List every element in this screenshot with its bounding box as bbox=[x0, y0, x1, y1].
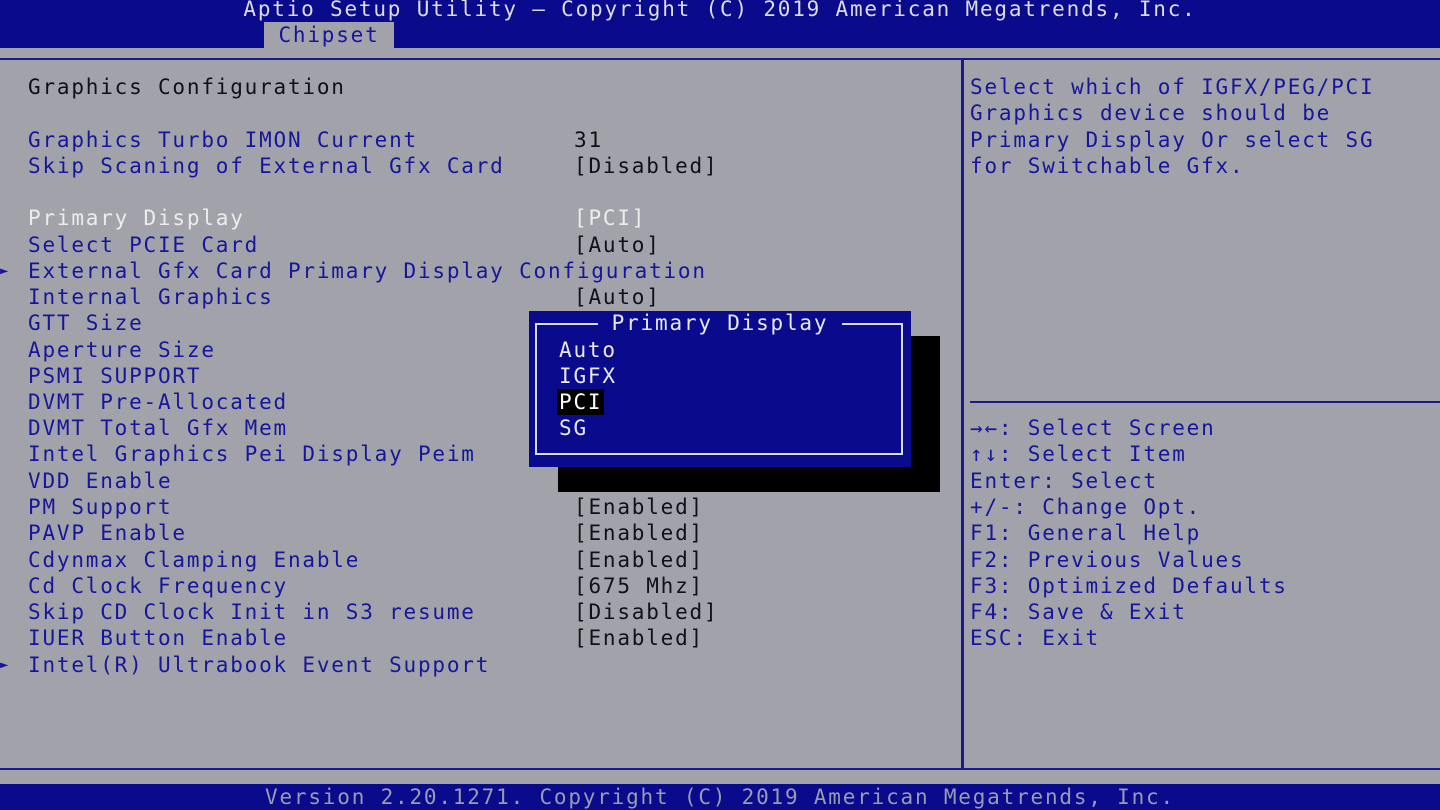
section-title: Graphics Configuration bbox=[28, 75, 346, 99]
setting-skip-scaning-external-gfx-value[interactable]: [Disabled] bbox=[574, 153, 718, 179]
key-help-f2: F2: Previous Values bbox=[970, 548, 1245, 572]
key-help-f1: F1: General Help bbox=[970, 521, 1202, 545]
setting-cd-clock-frequency-label[interactable]: Cd Clock Frequency bbox=[28, 573, 288, 599]
setting-graphics-turbo-imon-current-value: 31 bbox=[574, 128, 603, 152]
setting-vdd-enable-label[interactable]: VDD Enable bbox=[28, 468, 172, 494]
popup-option-igfx[interactable]: IGFX bbox=[557, 363, 619, 389]
setting-pm-support-value[interactable]: [Enabled] bbox=[574, 494, 704, 520]
setting-primary-display-value[interactable]: [PCI] bbox=[574, 205, 646, 231]
key-help-esc: ESC: Exit bbox=[970, 626, 1100, 650]
submenu-intel-ultrabook-event-support[interactable]: Intel(R) Ultrabook Event Support bbox=[28, 652, 490, 678]
key-help-f4: F4: Save & Exit bbox=[970, 600, 1187, 624]
setting-gtt-size-label[interactable]: GTT Size bbox=[28, 310, 144, 336]
popup-title: Primary Display bbox=[597, 311, 843, 335]
panel-divider bbox=[961, 60, 964, 768]
key-help-enter: Enter: Select bbox=[970, 469, 1158, 493]
submenu-arrow-icon: ► bbox=[0, 657, 11, 673]
setting-pm-support-label[interactable]: PM Support bbox=[28, 494, 172, 520]
primary-display-popup: Primary Display Auto IGFX PCI SG bbox=[529, 311, 911, 467]
tab-chipset[interactable]: Chipset bbox=[264, 22, 394, 48]
setting-graphics-turbo-imon-current-label[interactable]: Graphics Turbo IMON Current bbox=[28, 127, 418, 153]
setting-skip-cd-clock-init-s3-label[interactable]: Skip CD Clock Init in S3 resume bbox=[28, 599, 476, 625]
help-text-line: for Switchable Gfx. bbox=[970, 154, 1245, 178]
setting-psmi-support-label[interactable]: PSMI SUPPORT bbox=[28, 363, 201, 389]
popup-option-auto[interactable]: Auto bbox=[557, 337, 619, 363]
setting-aperture-size-label[interactable]: Aperture Size bbox=[28, 337, 216, 363]
setting-dvmt-pre-allocated-label[interactable]: DVMT Pre-Allocated bbox=[28, 389, 288, 415]
setting-intel-graphics-pei-display-peim-label[interactable]: Intel Graphics Pei Display Peim bbox=[28, 441, 476, 467]
popup-title-bar: Primary Display bbox=[529, 310, 911, 336]
setting-skip-scaning-external-gfx-label[interactable]: Skip Scaning of External Gfx Card bbox=[28, 153, 505, 179]
setting-pavp-enable-value[interactable]: [Enabled] bbox=[574, 520, 704, 546]
setting-cdynmax-clamping-enable-value[interactable]: [Enabled] bbox=[574, 547, 704, 573]
key-help-select-screen: →←: Select Screen bbox=[970, 416, 1216, 440]
footer-bar: Version 2.20.1271. Copyright (C) 2019 Am… bbox=[0, 784, 1440, 810]
setting-skip-cd-clock-init-s3-value[interactable]: [Disabled] bbox=[574, 599, 718, 625]
header-bar: Aptio Setup Utility – Copyright (C) 2019… bbox=[0, 0, 1440, 48]
setting-internal-graphics-label[interactable]: Internal Graphics bbox=[28, 284, 274, 310]
setting-pavp-enable-label[interactable]: PAVP Enable bbox=[28, 520, 187, 546]
help-divider bbox=[970, 401, 1440, 403]
popup-option-sg[interactable]: SG bbox=[557, 415, 590, 441]
setting-select-pcie-card-label[interactable]: Select PCIE Card bbox=[28, 232, 259, 258]
setting-primary-display-label[interactable]: Primary Display bbox=[28, 205, 245, 231]
help-text-line: Select which of IGFX/PEG/PCI bbox=[970, 75, 1375, 99]
key-help-change-opt: +/-: Change Opt. bbox=[970, 495, 1202, 519]
setting-iuer-button-enable-label[interactable]: IUER Button Enable bbox=[28, 625, 288, 651]
app-title: Aptio Setup Utility – Copyright (C) 2019… bbox=[243, 0, 1197, 21]
setting-cdynmax-clamping-enable-label[interactable]: Cdynmax Clamping Enable bbox=[28, 547, 360, 573]
setting-select-pcie-card-value[interactable]: [Auto] bbox=[574, 232, 661, 258]
version-text: Version 2.20.1271. Copyright (C) 2019 Am… bbox=[265, 785, 1175, 809]
submenu-external-gfx-primary-display[interactable]: External Gfx Card Primary Display Config… bbox=[28, 258, 707, 284]
key-help-f3: F3: Optimized Defaults bbox=[970, 574, 1288, 598]
popup-option-pci[interactable]: PCI bbox=[557, 389, 605, 415]
setting-dvmt-total-gfx-mem-label[interactable]: DVMT Total Gfx Mem bbox=[28, 415, 288, 441]
setting-cd-clock-frequency-value[interactable]: [675 Mhz] bbox=[574, 573, 704, 599]
setting-iuer-button-enable-value[interactable]: [Enabled] bbox=[574, 625, 704, 651]
key-help-select-item: ↑↓: Select Item bbox=[970, 442, 1187, 466]
submenu-arrow-icon: ► bbox=[0, 263, 11, 279]
help-text-line: Graphics device should be bbox=[970, 101, 1332, 125]
setting-internal-graphics-value[interactable]: [Auto] bbox=[574, 284, 661, 310]
help-text-line: Primary Display Or select SG bbox=[970, 128, 1375, 152]
